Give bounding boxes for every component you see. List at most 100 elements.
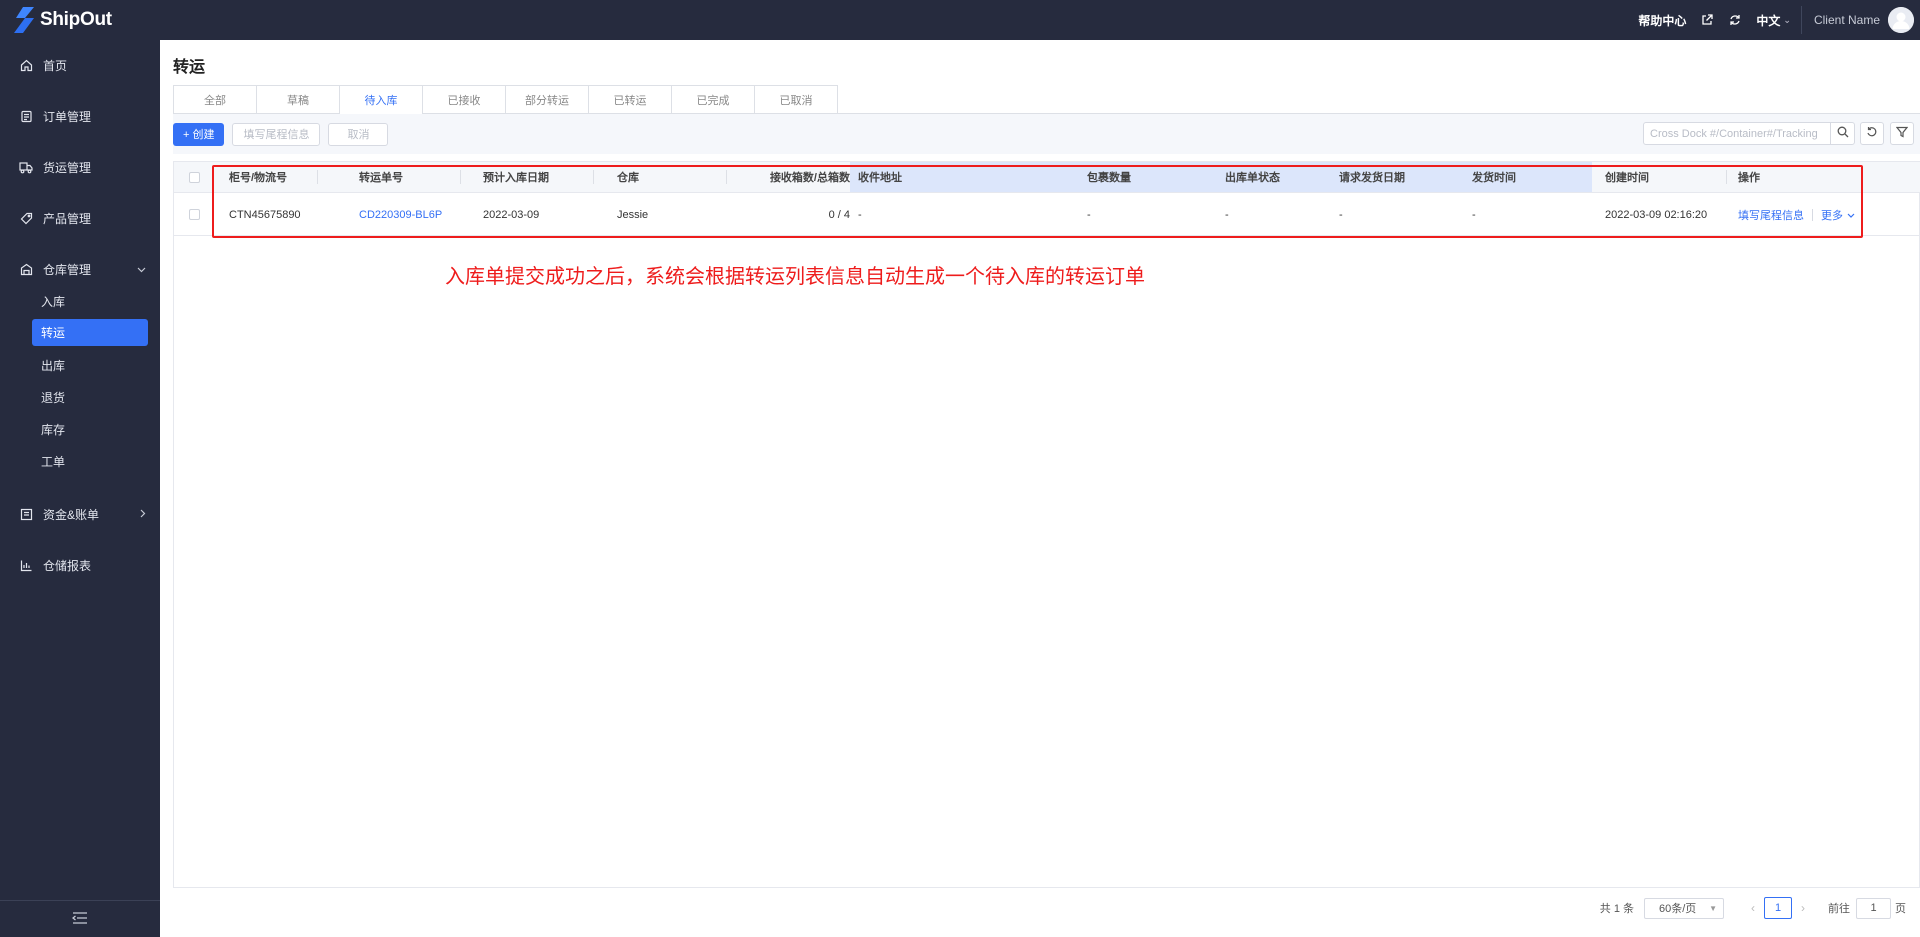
- help-center-link[interactable]: 帮助中心: [1638, 12, 1686, 29]
- chevron-down-icon: [1847, 210, 1855, 220]
- search-input[interactable]: Cross Dock #/Container#/Tracking: [1643, 122, 1831, 145]
- language-select[interactable]: 中文 ⌄: [1756, 12, 1791, 29]
- filter-icon: [1895, 126, 1909, 141]
- cell-container: CTN45675890: [229, 208, 301, 221]
- filter-button[interactable]: [1890, 122, 1914, 145]
- fill-tail-info-link[interactable]: 填写尾程信息: [1738, 207, 1804, 223]
- warehouse-icon: [19, 263, 33, 277]
- cell-eta: 2022-03-09: [483, 208, 540, 221]
- toolbar: + 创建 填写尾程信息 取消 Cross Dock #/Container#/T…: [173, 114, 1920, 154]
- sidebar-item-label: 资金&账单: [43, 508, 100, 522]
- refresh-icon[interactable]: [1728, 13, 1742, 27]
- sidebar-subitem-returns[interactable]: 退货: [0, 381, 160, 413]
- search-icon: [1837, 126, 1849, 141]
- user-avatar[interactable]: [1888, 7, 1914, 33]
- cell-created: 2022-03-09 02:16:20: [1605, 208, 1708, 221]
- sidebar-item-label: 订单管理: [43, 110, 92, 124]
- col-container: 柜号/物流号: [229, 172, 288, 184]
- cell-actions: 填写尾程信息 更多: [1738, 193, 1855, 236]
- create-button[interactable]: + 创建: [173, 122, 225, 146]
- sidebar-item-billing[interactable]: 资金&账单: [0, 489, 160, 540]
- cell-ship-time: -: [1472, 208, 1476, 221]
- sidebar-item-home[interactable]: 首页: [0, 40, 160, 91]
- sidebar-item-products[interactable]: 产品管理: [0, 193, 160, 244]
- next-page-button[interactable]: ›: [1801, 901, 1805, 915]
- page-label: 页: [1895, 903, 1906, 915]
- table-row[interactable]: CTN45675890 CD220309-BL6P 2022-03-09 Jes…: [174, 193, 1920, 236]
- tab-partial-transfer[interactable]: 部分转运: [506, 85, 589, 114]
- external-link-icon[interactable]: [1700, 13, 1714, 27]
- sidebar-item-shipping[interactable]: 货运管理: [0, 142, 160, 193]
- status-tabs: 全部 草稿 待入库 已接收 部分转运 已转运 已完成 已取消: [173, 85, 1920, 115]
- tab-completed[interactable]: 已完成: [672, 85, 755, 114]
- sidebar: 首页 订单管理 货运管理 产品管理 仓库管理 入库 转运 出库 退货 库存 工单: [0, 40, 160, 937]
- tab-draft[interactable]: 草稿: [257, 85, 340, 114]
- chart-icon: [19, 559, 33, 573]
- chevron-down-icon: ▼: [1709, 903, 1717, 913]
- order-icon: [19, 110, 33, 124]
- tab-cancelled[interactable]: 已取消: [755, 85, 838, 114]
- main-content: 转运 全部 草稿 待入库 已接收 部分转运 已转运 已完成 已取消 + 创建 填…: [160, 40, 1920, 937]
- sidebar-item-label: 仓库管理: [43, 263, 92, 277]
- cancel-button[interactable]: 取消: [328, 122, 389, 146]
- total-count: 共 1 条: [1599, 903, 1634, 915]
- tab-all[interactable]: 全部: [173, 85, 257, 114]
- col-actions: 操作: [1738, 172, 1760, 184]
- sidebar-subitem-inventory[interactable]: 库存: [0, 413, 160, 445]
- tab-transferred[interactable]: 已转运: [589, 85, 672, 114]
- divider: [1812, 208, 1813, 221]
- more-label: 更多: [1821, 209, 1843, 222]
- row-checkbox[interactable]: [189, 193, 200, 236]
- sidebar-item-label: 仓储报表: [43, 559, 92, 573]
- sidebar-item-warehouse[interactable]: 仓库管理: [0, 244, 160, 295]
- col-ship-time: 发货时间: [1472, 172, 1516, 184]
- cell-boxes: 0 / 4: [828, 208, 850, 221]
- annotation-text: 入库单提交成功之后，系统会根据转运列表信息自动生成一个待入库的转运订单: [445, 266, 1145, 288]
- select-all-checkbox[interactable]: [189, 162, 200, 192]
- bill-icon: [19, 508, 33, 522]
- cell-order-no-link[interactable]: CD220309-BL6P: [359, 193, 442, 236]
- page-size-select[interactable]: 60条/页 ▼: [1644, 897, 1724, 919]
- sidebar-item-reports[interactable]: 仓储报表: [0, 540, 160, 591]
- more-actions-dropdown[interactable]: 更多: [1821, 207, 1855, 223]
- tab-received[interactable]: 已接收: [423, 85, 506, 114]
- cell-packages: -: [1087, 208, 1091, 221]
- goto-page-input[interactable]: 1: [1856, 897, 1891, 919]
- top-bar: ShipOut 帮助中心 中文 ⌄ Client Name: [0, 0, 1920, 40]
- col-request-date: 请求发货日期: [1339, 172, 1405, 184]
- table-header: 柜号/物流号 转运单号 预计入库日期 仓库 接收箱数/总箱数 收件地址 包裹数量…: [174, 162, 1920, 193]
- sidebar-item-label: 产品管理: [43, 212, 92, 226]
- reset-button[interactable]: [1860, 122, 1884, 145]
- client-name[interactable]: Client Name: [1814, 13, 1880, 27]
- tag-icon: [19, 212, 33, 226]
- col-outbound-status: 出库单状态: [1225, 172, 1280, 184]
- collapse-sidebar-button[interactable]: [0, 900, 160, 937]
- chevron-down-icon: ⌄: [1783, 14, 1791, 25]
- search-button[interactable]: [1830, 122, 1855, 145]
- sidebar-subitem-workorder[interactable]: 工单: [0, 445, 160, 477]
- cell-request-date: -: [1339, 208, 1343, 221]
- sidebar-subitem-transfer[interactable]: 转运: [32, 319, 148, 346]
- prev-page-button[interactable]: ‹: [1751, 901, 1755, 915]
- col-created: 创建时间: [1605, 172, 1649, 184]
- col-warehouse: 仓库: [617, 172, 639, 184]
- pagination: 共 1 条 60条/页 ▼ ‹ 1 › 前往 1 页: [1600, 893, 1920, 923]
- cell-address: -: [858, 208, 862, 221]
- col-packages: 包裹数量: [1087, 172, 1131, 184]
- page-title: 转运: [173, 59, 206, 76]
- page-number-1[interactable]: 1: [1764, 897, 1792, 919]
- cell-outbound-status: -: [1225, 208, 1229, 221]
- col-boxes: 接收箱数/总箱数: [769, 172, 850, 184]
- sidebar-subitem-outbound[interactable]: 出库: [0, 349, 160, 381]
- sidebar-item-orders[interactable]: 订单管理: [0, 91, 160, 142]
- col-order-no: 转运单号: [359, 172, 403, 184]
- logo[interactable]: ShipOut: [14, 7, 160, 33]
- tab-pending-inbound[interactable]: 待入库: [340, 85, 423, 115]
- logo-text: ShipOut: [40, 9, 112, 30]
- chevron-down-icon: [137, 264, 146, 276]
- fill-tail-info-button[interactable]: 填写尾程信息: [232, 122, 321, 146]
- goto-label: 前往: [1828, 903, 1850, 915]
- cell-warehouse: Jessie: [617, 208, 649, 221]
- home-icon: [19, 59, 33, 73]
- page-size-label: 60条/页: [1659, 903, 1697, 915]
